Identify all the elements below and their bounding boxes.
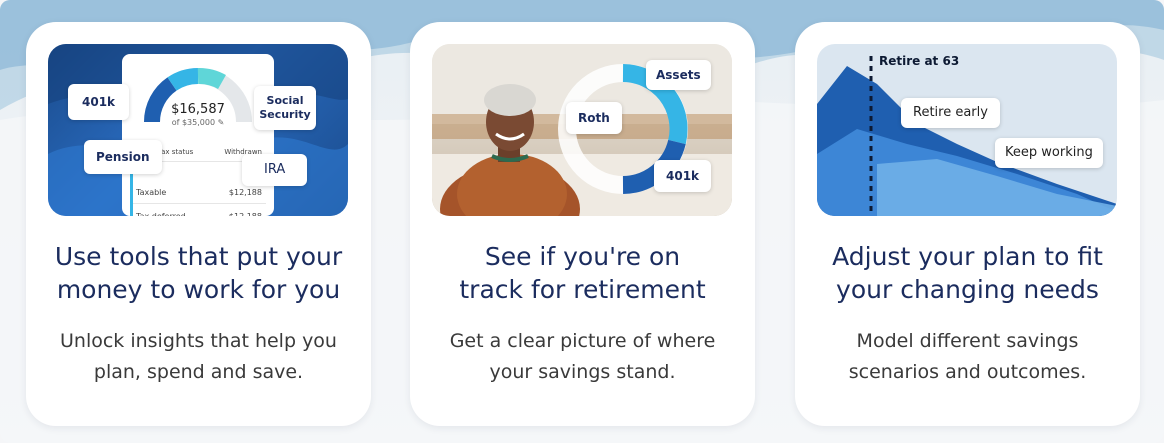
tag-social-security: Social Security	[254, 86, 316, 130]
card-description: Unlock insights that help you plan, spen…	[60, 330, 337, 383]
edit-pencil-icon[interactable]: ✎	[218, 118, 225, 127]
tag-401k: 401k	[68, 84, 130, 120]
scenario-mountain-chart	[817, 56, 1117, 216]
table-row: Tax deferred $12,188	[130, 206, 266, 216]
row-value: $12,188	[229, 206, 262, 216]
row-label: Tax deferred	[136, 206, 186, 216]
card-title: Use tools that put your money to work fo…	[54, 242, 343, 304]
retirement-photo-illustration: Assets Roth 401k	[432, 44, 732, 216]
card-description: Get a clear picture of where your saving…	[449, 330, 716, 383]
tag-retire-at-63: Retire at 63	[879, 54, 960, 68]
tag-keep-working: Keep working	[995, 138, 1103, 168]
tag-ira: IRA	[242, 154, 308, 186]
tools-illustration: $16,587 of $35,000 ✎ Tax status Withdraw…	[48, 44, 348, 216]
card-title: See if you're on track for retirement	[459, 242, 706, 304]
row-label: Taxable	[136, 188, 167, 197]
scenario-illustration: Retire at 63 Retire early Keep working	[817, 44, 1117, 216]
tag-401k: 401k	[654, 160, 712, 192]
gauge-amount: $16,587	[171, 102, 225, 117]
tag-pension: Pension	[84, 140, 162, 174]
savings-summary-panel: $16,587 of $35,000 ✎ Tax status Withdraw…	[122, 54, 274, 216]
card-title: Adjust your plan to fit your changing ne…	[832, 242, 1103, 304]
table-header-tax-status: Tax status	[158, 148, 194, 156]
feature-cards-section: $16,587 of $35,000 ✎ Tax status Withdraw…	[0, 0, 1164, 443]
gauge-subtext: of $35,000 ✎	[122, 118, 274, 127]
feature-card-adjust-plan: Retire at 63 Retire early Keep working A…	[795, 22, 1140, 426]
feature-card-tools: $16,587 of $35,000 ✎ Tax status Withdraw…	[26, 22, 371, 426]
tag-roth: Roth	[566, 102, 622, 134]
tag-retire-early: Retire early	[901, 98, 1000, 128]
tag-assets: Assets	[646, 60, 711, 90]
card-description: Model different savings scenarios and ou…	[848, 330, 1087, 383]
gauge-subtext-label: of $35,000	[171, 118, 216, 127]
feature-card-on-track: Assets Roth 401k See if you're on track …	[410, 22, 755, 426]
